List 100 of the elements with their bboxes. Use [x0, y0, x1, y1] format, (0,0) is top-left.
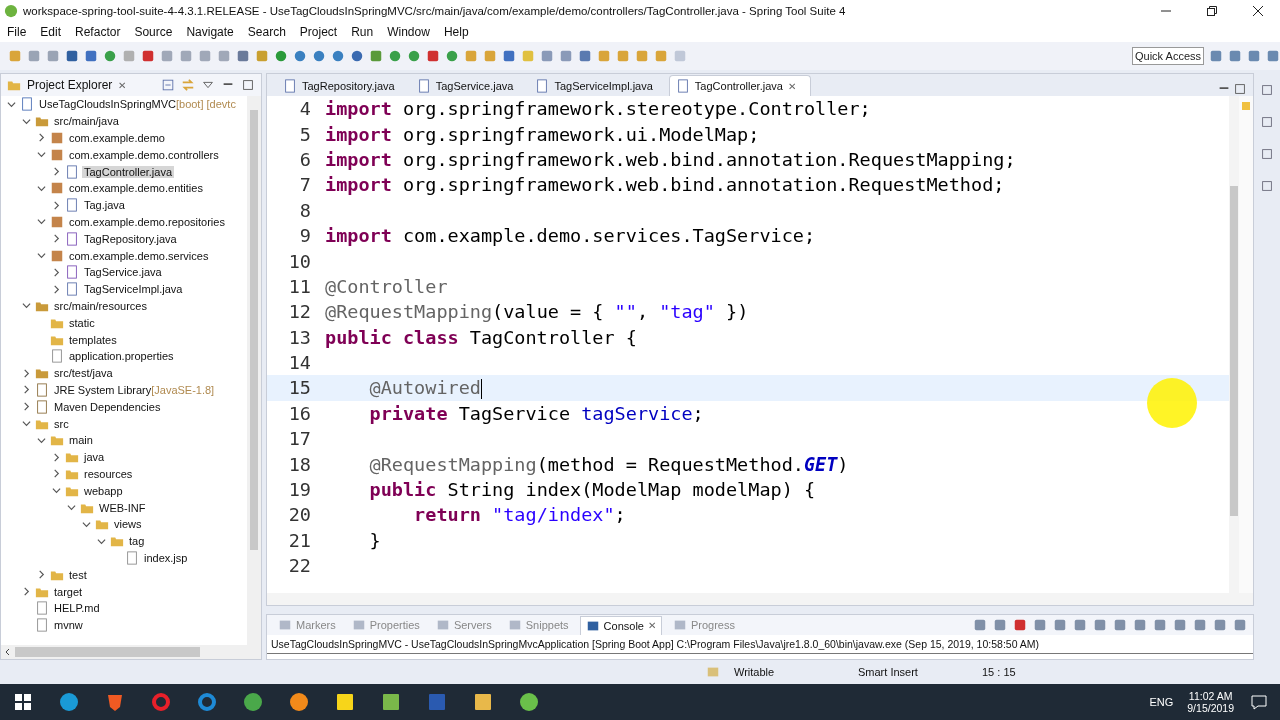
language-indicator[interactable]: ENG — [1149, 696, 1174, 708]
tree-item[interactable]: JRE System Library[JavaSE-1.8] — [52, 383, 217, 396]
view-tab[interactable]: Console ✕ — [579, 615, 662, 635]
editor-tab[interactable]: TagServiceImpl.java — [529, 76, 667, 96]
menu-item[interactable]: Run — [351, 25, 374, 39]
collapsed-chevron-icon[interactable] — [22, 368, 31, 378]
app-icon[interactable] — [243, 692, 263, 712]
editor-tab[interactable]: TagService.java — [410, 76, 528, 96]
tree-item[interactable]: main — [67, 434, 95, 447]
tree-item[interactable]: TagController.java — [82, 165, 175, 178]
maximize-icon[interactable] — [1233, 82, 1247, 96]
expanded-chevron-icon[interactable] — [37, 217, 46, 227]
tree-item[interactable]: target — [52, 585, 85, 598]
menu-item[interactable]: Edit — [40, 25, 62, 39]
view-icon[interactable] — [1260, 83, 1274, 97]
expanded-chevron-icon[interactable] — [22, 116, 31, 126]
tree-item[interactable]: application.properties — [67, 350, 176, 363]
expanded-chevron-icon[interactable] — [22, 419, 31, 429]
menu-item[interactable]: File — [7, 25, 27, 39]
tree-item[interactable]: src/test/java — [52, 367, 115, 380]
link-icon[interactable] — [181, 78, 195, 92]
tree-item[interactable]: resources — [82, 467, 135, 480]
quick-access-field[interactable]: Quick Access — [1132, 47, 1204, 65]
expanded-chevron-icon[interactable] — [37, 183, 46, 193]
windows-icon[interactable] — [13, 692, 33, 712]
maximize-icon[interactable] — [241, 78, 255, 92]
view-icon[interactable] — [1260, 115, 1274, 129]
collapsed-chevron-icon[interactable] — [22, 385, 31, 395]
menu-item[interactable]: Source — [134, 25, 173, 39]
tree-item[interactable]: com.example.demo — [67, 132, 167, 144]
collapsed-chevron-icon[interactable] — [52, 234, 61, 244]
menu-item[interactable]: Project — [299, 25, 338, 39]
tree-item[interactable]: UseTagCloudsInSpringMVC[boot] [devtc — [37, 98, 238, 111]
close-tab-button[interactable]: ✕ — [118, 79, 127, 91]
toolbar-globe-icon[interactable] — [312, 49, 326, 63]
collapse-icon[interactable] — [161, 78, 175, 92]
notification-icon[interactable] — [1250, 693, 1268, 711]
view-icon[interactable] — [1260, 179, 1274, 193]
close-tab-button[interactable]: ✕ — [647, 620, 656, 631]
tree-item[interactable]: TagServiceImpl.java — [82, 283, 185, 296]
expanded-chevron-icon[interactable] — [37, 150, 46, 160]
tree-item[interactable]: views — [112, 518, 144, 531]
close-icon[interactable] — [1252, 5, 1264, 17]
tree-item[interactable]: Maven Dependencies — [52, 400, 163, 413]
expanded-chevron-icon[interactable] — [52, 486, 61, 496]
collapsed-chevron-icon[interactable] — [22, 587, 31, 596]
collapsed-chevron-icon[interactable] — [52, 469, 61, 479]
scrollbar-thumb[interactable] — [250, 110, 258, 550]
ring-icon[interactable] — [151, 692, 171, 712]
expanded-chevron-icon[interactable] — [7, 99, 16, 109]
tree-item[interactable]: src — [52, 417, 71, 430]
tree-item[interactable]: WEB-INF — [97, 501, 148, 514]
tree-item[interactable]: TagRepository.java — [82, 232, 179, 245]
collapsed-chevron-icon[interactable] — [52, 200, 61, 210]
tree-item[interactable]: static — [67, 316, 97, 329]
app-icon[interactable] — [289, 692, 309, 712]
restore-icon[interactable] — [1206, 5, 1218, 17]
tree-item[interactable]: TagService.java — [82, 266, 164, 279]
tree-item[interactable]: index.jsp — [142, 551, 190, 564]
scrollbar-thumb[interactable] — [1230, 186, 1238, 516]
sticky-note-icon[interactable] — [335, 692, 355, 712]
overview-marker[interactable] — [1242, 102, 1250, 110]
expanded-chevron-icon[interactable] — [37, 435, 46, 445]
menu-item[interactable]: Refactor — [75, 25, 121, 39]
tree-item[interactable]: Tag.java — [82, 199, 127, 212]
scrollbar-thumb[interactable] — [15, 647, 200, 657]
tree-item[interactable]: src/main/java — [52, 115, 121, 128]
tree-item[interactable]: webapp — [82, 484, 125, 497]
collapsed-chevron-icon[interactable] — [22, 402, 31, 412]
menu-item[interactable]: Search — [247, 25, 286, 39]
tree-item[interactable]: com.example.demo.services — [67, 249, 211, 262]
expanded-chevron-icon[interactable] — [82, 519, 91, 529]
tree-item[interactable]: com.example.demo.controllers — [67, 148, 221, 161]
menu-item[interactable]: Help — [443, 25, 469, 39]
collapsed-chevron-icon[interactable] — [52, 167, 61, 177]
collapsed-chevron-icon[interactable] — [52, 452, 61, 462]
expanded-chevron-icon[interactable] — [97, 536, 106, 546]
collapsed-chevron-icon[interactable] — [37, 133, 46, 143]
collapsed-chevron-icon[interactable] — [52, 267, 61, 277]
expanded-chevron-icon[interactable] — [67, 503, 76, 512]
toolbar-globe-icon[interactable] — [331, 49, 345, 63]
menu-item[interactable]: Window — [387, 25, 430, 39]
tree-item[interactable]: tag — [127, 535, 147, 548]
horizontal-scrollbar[interactable] — [267, 593, 1253, 605]
collapsed-chevron-icon[interactable] — [52, 284, 61, 294]
tree-item[interactable]: com.example.demo.entities — [67, 182, 205, 195]
tree-item[interactable]: java — [82, 451, 107, 464]
editor-tab[interactable]: TagController.java ✕ — [668, 75, 811, 96]
menu-item[interactable]: Navigate — [186, 25, 234, 39]
collapsed-chevron-icon[interactable] — [37, 570, 46, 580]
tree-item[interactable]: HELP.md — [52, 602, 102, 615]
expanded-chevron-icon[interactable] — [37, 251, 46, 261]
app-icon[interactable] — [59, 692, 79, 712]
tree-item[interactable]: mvnw — [52, 619, 85, 632]
tree-item[interactable]: com.example.demo.repositories — [67, 215, 227, 228]
toolbar-globe-icon[interactable] — [293, 49, 307, 63]
tree-item[interactable]: templates — [67, 333, 119, 346]
expanded-chevron-icon[interactable] — [22, 301, 31, 311]
editor-tab[interactable]: TagRepository.java — [277, 76, 409, 96]
clock[interactable]: 11:02 AM 9/15/2019 — [1187, 690, 1234, 714]
